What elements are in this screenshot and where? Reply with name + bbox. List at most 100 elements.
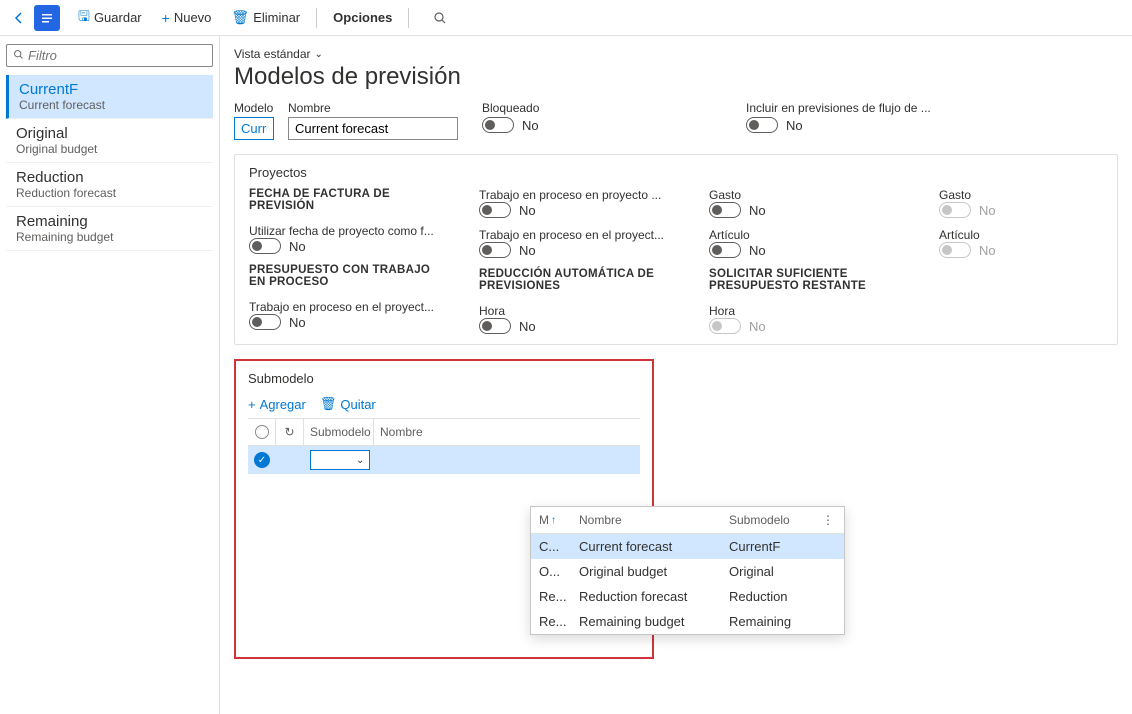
grid-row[interactable]: ✓ ⌄ <box>248 446 640 474</box>
delete-button[interactable]: 🗑 Eliminar <box>223 5 308 30</box>
toggle-articulo2 <box>939 242 971 258</box>
submodelo-title: Submodelo <box>248 371 640 386</box>
proyectos-title: Proyectos <box>249 165 1103 180</box>
options-label: Opciones <box>333 10 392 25</box>
remove-button[interactable]: 🗑 Quitar <box>320 396 376 412</box>
incluir-label: Incluir en previsiones de flujo de ... <box>746 101 931 115</box>
toggle-articulo1[interactable] <box>709 242 741 258</box>
proyectos-section: Proyectos FECHA DE FACTURA DE PREVISIÓN … <box>234 154 1118 345</box>
save-button[interactable]: 🖫 Guardar <box>70 2 150 34</box>
edit-button[interactable] <box>34 5 60 31</box>
select-all[interactable] <box>248 419 276 445</box>
toggle-fecha[interactable] <box>249 238 281 254</box>
row-spacer <box>276 446 304 474</box>
label-articulo2: Artículo <box>939 228 1132 242</box>
dd-more[interactable]: ⋮ <box>820 513 836 527</box>
view-selector[interactable]: Vista estándar ⌄ <box>234 47 323 61</box>
label-hora2: Hora <box>709 304 909 318</box>
plus-icon: + <box>248 397 256 412</box>
proj-col-2: Trabajo en proceso en proyecto ... No Tr… <box>479 188 679 334</box>
sidebar: CurrentF Current forecast Original Origi… <box>0 36 220 714</box>
row-nombre-cell <box>374 446 640 474</box>
toggle-hora1[interactable] <box>479 318 511 334</box>
refresh-icon: ↻ <box>284 425 294 439</box>
nombre-input[interactable] <box>288 117 458 140</box>
toggle-tpp2[interactable] <box>479 242 511 258</box>
sidebar-item-original[interactable]: Original Original budget <box>6 119 213 163</box>
modelo-label: Modelo <box>234 101 274 115</box>
incluir-value: No <box>786 118 803 133</box>
chevron-down-icon: ⌄ <box>315 49 323 60</box>
subhead-fecha: FECHA DE FACTURA DE PREVISIÓN <box>249 188 449 212</box>
dd-col-m[interactable]: M ↑ <box>539 513 579 527</box>
sidebar-item-reduction[interactable]: Reduction Reduction forecast <box>6 163 213 207</box>
new-label: Nuevo <box>174 10 212 25</box>
col-submodelo[interactable]: Submodelo <box>304 419 374 445</box>
dd-col-nombre[interactable]: Nombre <box>579 513 729 527</box>
label-gasto1: Gasto <box>709 188 909 202</box>
label-presupuesto: Trabajo en proceso en el proyect... <box>249 300 449 314</box>
save-icon: 🖫 <box>78 6 90 30</box>
nav-sub: Remaining budget <box>16 230 203 244</box>
refresh-header[interactable]: ↻ <box>276 419 304 445</box>
remove-label: Quitar <box>340 397 375 412</box>
bloqueado-toggle[interactable] <box>482 117 514 133</box>
search-button[interactable] <box>425 7 455 29</box>
new-button[interactable]: + Nuevo <box>154 6 220 30</box>
header-fields: Modelo Nombre Bloqueado No Incluir en pr… <box>234 101 1118 140</box>
row-select[interactable]: ✓ <box>248 446 276 474</box>
toggle-hora2 <box>709 318 741 334</box>
subhead-reduccion: REDUCCIÓN AUTOMÁTICA DE PREVISIONES <box>479 268 679 292</box>
page-title: Modelos de previsión <box>234 63 1118 91</box>
arrow-left-icon <box>12 11 26 25</box>
toggle-presupuesto[interactable] <box>249 314 281 330</box>
sidebar-item-remaining[interactable]: Remaining Remaining budget <box>6 207 213 251</box>
sidebar-item-currentf[interactable]: CurrentF Current forecast <box>6 75 213 119</box>
content: Vista estándar ⌄ Modelos de previsión Mo… <box>220 36 1132 714</box>
dd-row-remaining[interactable]: Re... Remaining budget Remaining <box>531 609 844 634</box>
proj-col-3: Gasto No Artículo No SOLICITAR SUFICIENT… <box>709 188 909 334</box>
separator <box>316 8 317 28</box>
nav-sub: Original budget <box>16 142 203 156</box>
dd-col-submodelo[interactable]: Submodelo <box>729 513 820 527</box>
incluir-toggle[interactable] <box>746 117 778 133</box>
proj-col-4: Gasto No Artículo No <box>939 188 1132 334</box>
delete-label: Eliminar <box>253 10 300 25</box>
nav-title: CurrentF <box>19 81 203 98</box>
nombre-label: Nombre <box>288 101 458 115</box>
filter-icon <box>13 49 24 63</box>
options-button[interactable]: Opciones <box>325 6 400 29</box>
label-articulo1: Artículo <box>709 228 909 242</box>
bloqueado-label: Bloqueado <box>482 101 632 115</box>
label-gasto2: Gasto <box>939 188 1132 202</box>
dd-row-currentf[interactable]: C... Current forecast CurrentF <box>531 534 844 559</box>
bloqueado-field: Bloqueado No <box>482 101 632 133</box>
sort-arrow-icon: ↑ <box>551 515 556 526</box>
label-tpp2: Trabajo en proceso en el proyect... <box>479 228 679 242</box>
nombre-field: Nombre <box>288 101 458 140</box>
col-nombre[interactable]: Nombre <box>374 419 640 445</box>
save-label: Guardar <box>94 10 142 25</box>
toggle-tpp1[interactable] <box>479 202 511 218</box>
nav-sub: Current forecast <box>19 98 203 112</box>
dd-row-original[interactable]: O... Original budget Original <box>531 559 844 584</box>
toggle-gasto1[interactable] <box>709 202 741 218</box>
add-label: Agregar <box>260 397 306 412</box>
back-button[interactable] <box>8 7 30 29</box>
row-submodelo-cell: ⌄ <box>304 446 374 474</box>
filter-box[interactable] <box>6 44 213 67</box>
modelo-field: Modelo <box>234 101 274 140</box>
label-tpp1: Trabajo en proceso en proyecto ... <box>479 188 679 202</box>
add-button[interactable]: + Agregar <box>248 396 306 412</box>
toolbar: 🖫 Guardar + Nuevo 🗑 Eliminar Opciones <box>0 0 1132 36</box>
incluir-field: Incluir en previsiones de flujo de ... N… <box>746 101 931 133</box>
label-fecha: Utilizar fecha de proyecto como f... <box>249 224 449 238</box>
filter-input[interactable] <box>28 48 206 63</box>
trash-icon: 🗑 <box>231 9 249 26</box>
modelo-input[interactable] <box>234 117 274 140</box>
submodelo-input[interactable] <box>310 450 370 470</box>
nav-title: Original <box>16 125 203 142</box>
nav-sub: Reduction forecast <box>16 186 203 200</box>
label-hora1: Hora <box>479 304 679 318</box>
dd-row-reduction[interactable]: Re... Reduction forecast Reduction <box>531 584 844 609</box>
